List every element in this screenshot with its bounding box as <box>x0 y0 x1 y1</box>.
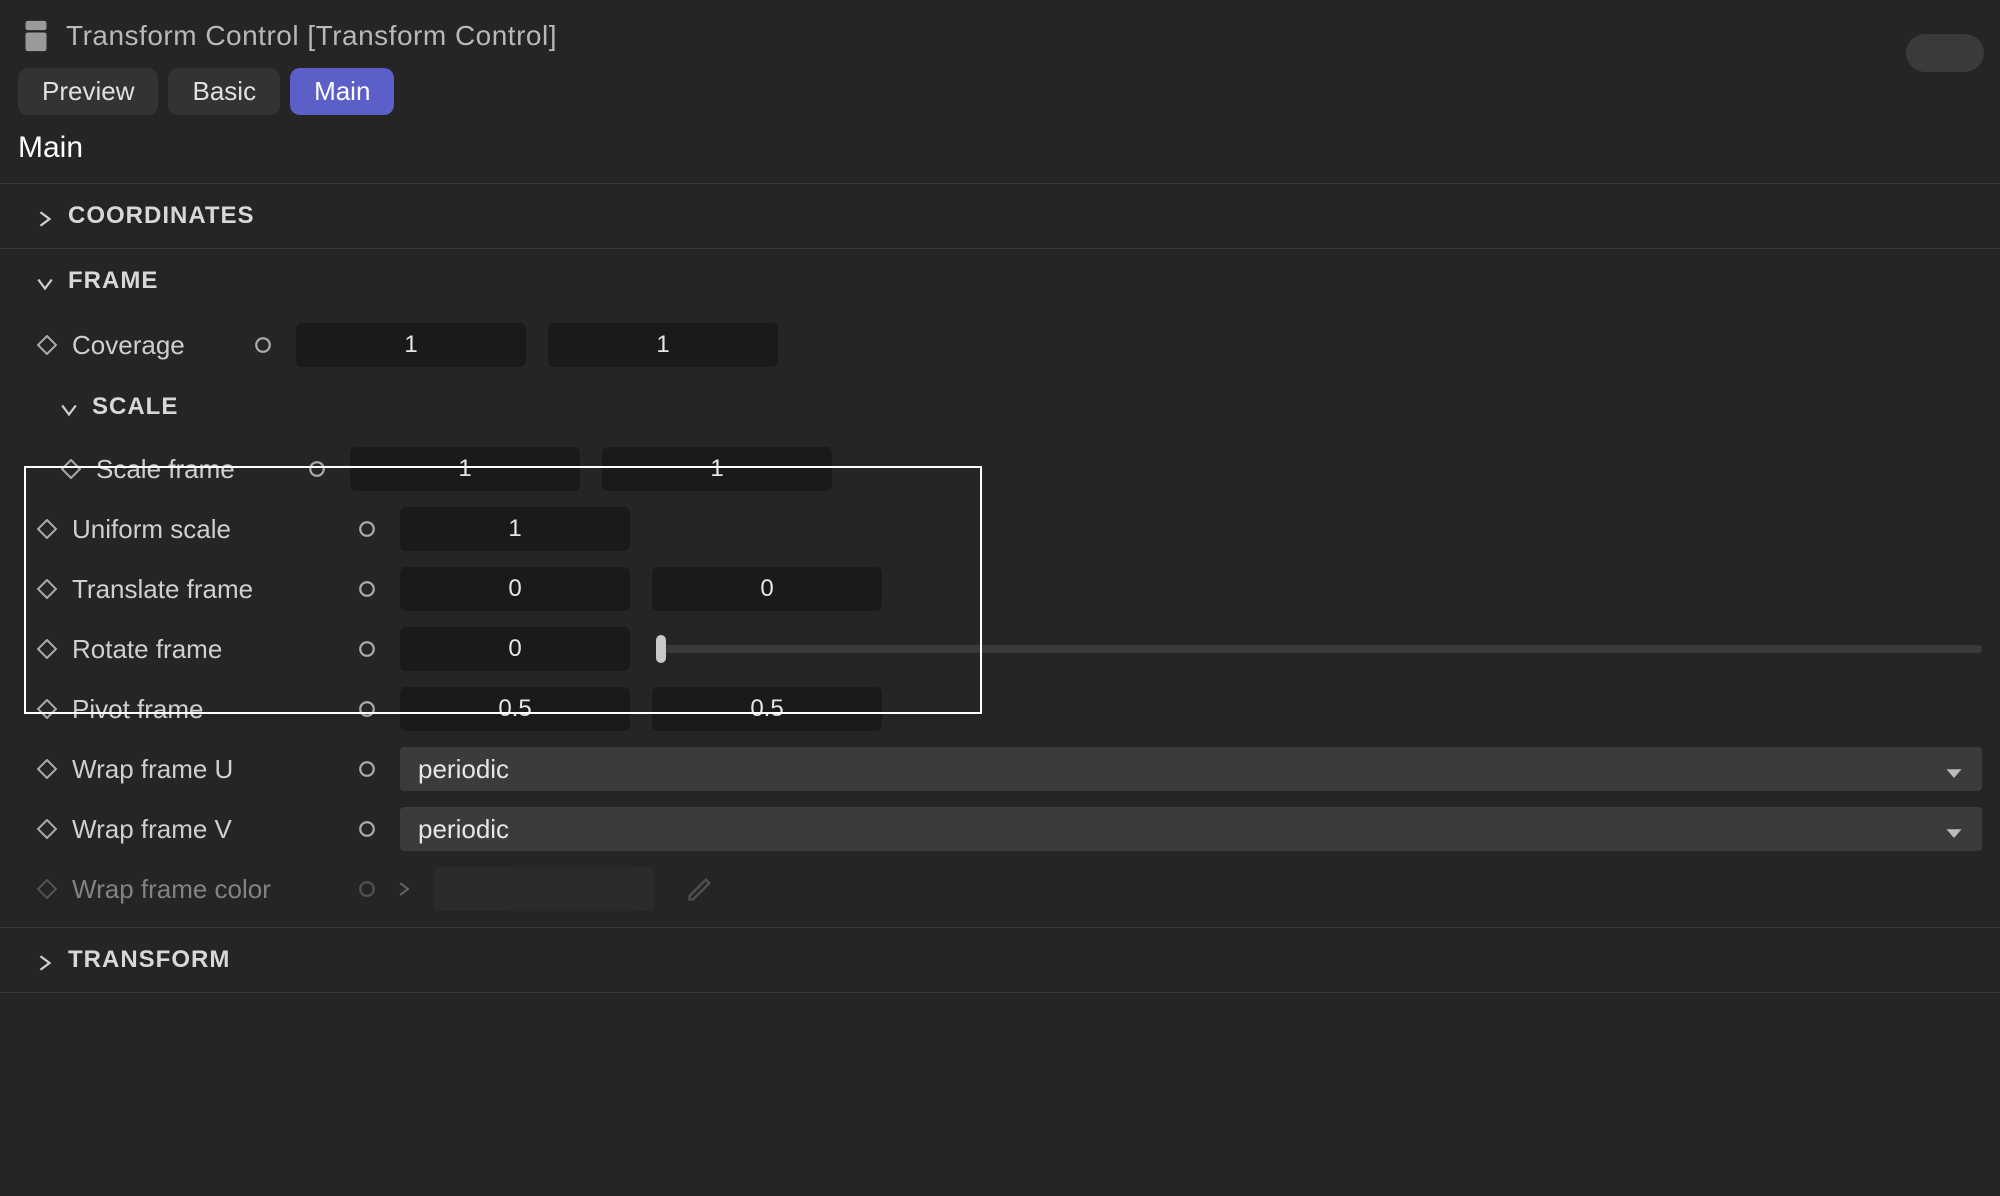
reset-circle-icon[interactable] <box>356 578 378 600</box>
group-scale-label: SCALE <box>92 393 178 421</box>
rotate-frame-slider[interactable] <box>656 645 1982 653</box>
frame-rows: Coverage SCALE Scale frame <box>0 313 2000 927</box>
coverage-input-x[interactable] <box>296 323 526 367</box>
coverage-label: Coverage <box>72 330 232 361</box>
row-wrap-frame-color: Wrap frame color <box>0 859 2000 919</box>
rotate-frame-label: Rotate frame <box>72 634 336 665</box>
reset-circle-icon[interactable] <box>356 518 378 540</box>
keyframe-diamond-icon[interactable] <box>36 758 58 780</box>
keyframe-diamond-icon[interactable] <box>60 458 82 480</box>
tab-preview[interactable]: Preview <box>18 68 158 115</box>
translate-frame-input-x[interactable] <box>400 567 630 611</box>
divider <box>0 992 2000 993</box>
wrap-frame-u-label: Wrap frame U <box>72 754 336 785</box>
tab-basic[interactable]: Basic <box>168 68 280 115</box>
scale-frame-label: Scale frame <box>96 454 286 485</box>
reset-circle-icon[interactable] <box>356 818 378 840</box>
keyframe-diamond-icon[interactable] <box>36 518 58 540</box>
wrap-frame-u-value: periodic <box>418 754 1944 785</box>
group-frame-header[interactable]: FRAME <box>0 249 2000 313</box>
group-transform-header[interactable]: TRANSFORM <box>0 928 2000 992</box>
row-translate-frame: Translate frame <box>0 559 2000 619</box>
row-wrap-frame-u: Wrap frame U periodic <box>0 739 2000 799</box>
pivot-frame-input-y[interactable] <box>652 687 882 731</box>
group-coordinates-label: COORDINATES <box>68 202 255 230</box>
keyframe-diamond-icon[interactable] <box>36 818 58 840</box>
reset-circle-icon[interactable] <box>306 458 328 480</box>
rotate-frame-input[interactable] <box>400 627 630 671</box>
pivot-frame-label: Pivot frame <box>72 694 336 725</box>
chevron-down-icon <box>60 398 78 416</box>
chevron-right-icon[interactable] <box>396 881 412 897</box>
scale-frame-input-x[interactable] <box>350 447 580 491</box>
wrap-frame-v-value: periodic <box>418 814 1944 845</box>
row-coverage: Coverage <box>0 315 2000 375</box>
translate-frame-input-y[interactable] <box>652 567 882 611</box>
coverage-input-y[interactable] <box>548 323 778 367</box>
reset-circle-icon[interactable] <box>356 758 378 780</box>
wrap-frame-u-dropdown[interactable]: periodic <box>400 747 1982 791</box>
header-pill[interactable] <box>1906 34 1984 72</box>
wrap-frame-color-swatch[interactable] <box>434 867 654 911</box>
tab-main[interactable]: Main <box>290 68 394 115</box>
reset-circle-icon[interactable] <box>356 638 378 660</box>
chevron-right-icon <box>36 951 54 969</box>
row-uniform-scale: Uniform scale <box>0 499 2000 559</box>
group-transform-label: TRANSFORM <box>68 946 230 974</box>
panel-title: Transform Control [Transform Control] <box>66 20 557 52</box>
group-coordinates-header[interactable]: COORDINATES <box>0 184 2000 248</box>
row-scale-frame: Scale frame <box>0 439 2000 499</box>
slider-thumb[interactable] <box>656 635 666 663</box>
pencil-icon[interactable] <box>686 875 714 903</box>
row-rotate-frame: Rotate frame <box>0 619 2000 679</box>
reset-circle-icon[interactable] <box>252 334 274 356</box>
properties-panel: Transform Control [Transform Control] Pr… <box>0 0 2000 993</box>
reset-circle-icon[interactable] <box>356 878 378 900</box>
keyframe-diamond-icon[interactable] <box>36 578 58 600</box>
scale-frame-input-y[interactable] <box>602 447 832 491</box>
keyframe-diamond-icon[interactable] <box>36 334 58 356</box>
wrap-frame-v-label: Wrap frame V <box>72 814 336 845</box>
tabs-bar: Preview Basic Main <box>0 68 2000 127</box>
translate-frame-label: Translate frame <box>72 574 336 605</box>
node-icon <box>22 18 50 54</box>
wrap-frame-v-dropdown[interactable]: periodic <box>400 807 1982 851</box>
dropdown-arrow-icon <box>1944 759 1964 779</box>
keyframe-diamond-icon[interactable] <box>36 878 58 900</box>
uniform-scale-input[interactable] <box>400 507 630 551</box>
reset-circle-icon[interactable] <box>356 698 378 720</box>
group-frame-label: FRAME <box>68 267 158 295</box>
row-wrap-frame-v: Wrap frame V periodic <box>0 799 2000 859</box>
dropdown-arrow-icon <box>1944 819 1964 839</box>
wrap-frame-color-label: Wrap frame color <box>72 874 336 905</box>
row-pivot-frame: Pivot frame <box>0 679 2000 739</box>
keyframe-diamond-icon[interactable] <box>36 698 58 720</box>
group-scale-header[interactable]: SCALE <box>0 375 2000 439</box>
pivot-frame-input-x[interactable] <box>400 687 630 731</box>
chevron-down-icon <box>36 272 54 290</box>
panel-header: Transform Control [Transform Control] <box>0 0 2000 68</box>
uniform-scale-label: Uniform scale <box>72 514 336 545</box>
chevron-right-icon <box>36 207 54 225</box>
keyframe-diamond-icon[interactable] <box>36 638 58 660</box>
page-title: Main <box>0 127 2000 183</box>
